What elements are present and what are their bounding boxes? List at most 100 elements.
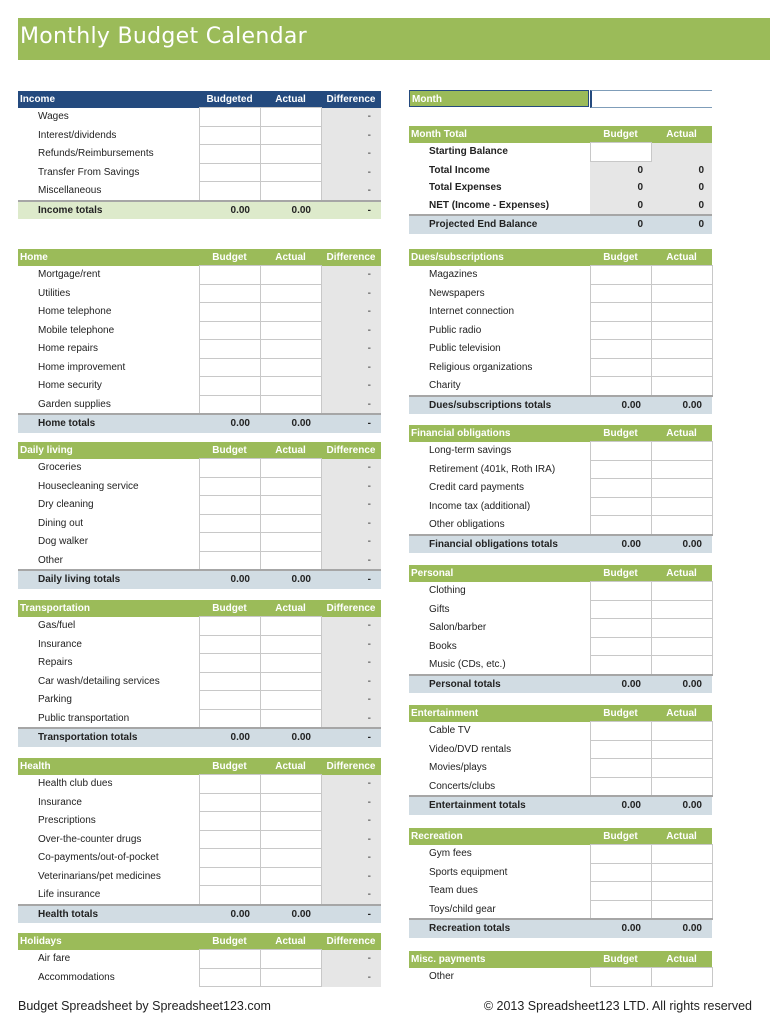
- actual-input[interactable]: [650, 302, 713, 322]
- actual-input[interactable]: [259, 339, 322, 359]
- budget-input[interactable]: [198, 320, 261, 340]
- actual-input[interactable]: [259, 181, 322, 201]
- budget-input[interactable]: [589, 339, 652, 359]
- actual-input[interactable]: [259, 708, 322, 729]
- budget-input[interactable]: [589, 283, 652, 303]
- budget-input[interactable]: [589, 581, 652, 601]
- budget-input[interactable]: [198, 653, 261, 673]
- actual-input[interactable]: [259, 634, 322, 654]
- budget-input[interactable]: [589, 776, 652, 797]
- budget-input[interactable]: [198, 811, 261, 831]
- actual-input[interactable]: [650, 844, 713, 864]
- actual-input[interactable]: [650, 618, 713, 638]
- actual-input[interactable]: [650, 967, 713, 987]
- budget-input[interactable]: [589, 739, 652, 759]
- actual-input[interactable]: [259, 376, 322, 396]
- actual-input[interactable]: [259, 144, 322, 164]
- budget-input[interactable]: [589, 844, 652, 864]
- budget-input[interactable]: [589, 265, 652, 285]
- budget-input[interactable]: [589, 496, 652, 516]
- actual-input[interactable]: [259, 476, 322, 496]
- actual-input[interactable]: [259, 811, 322, 831]
- budget-input[interactable]: [589, 302, 652, 322]
- actual-input[interactable]: [259, 357, 322, 377]
- actual-input[interactable]: [259, 967, 322, 987]
- budget-input[interactable]: [198, 866, 261, 886]
- actual-input[interactable]: [259, 283, 322, 303]
- budget-input[interactable]: [198, 458, 261, 478]
- budget-input[interactable]: [198, 949, 261, 969]
- actual-input[interactable]: [650, 655, 713, 675]
- actual-input[interactable]: [650, 581, 713, 601]
- budget-input[interactable]: [198, 357, 261, 377]
- budget-input[interactable]: [198, 634, 261, 654]
- budget-input[interactable]: [589, 862, 652, 882]
- budget-input[interactable]: [198, 829, 261, 849]
- budget-input[interactable]: [589, 441, 652, 461]
- budget-input[interactable]: [198, 848, 261, 868]
- budget-input[interactable]: [589, 618, 652, 638]
- actual-input[interactable]: [650, 478, 713, 498]
- actual-input[interactable]: [259, 394, 322, 415]
- budget-input[interactable]: [589, 758, 652, 778]
- actual-input[interactable]: [650, 441, 713, 461]
- budget-input[interactable]: [198, 792, 261, 812]
- budget-input[interactable]: [589, 636, 652, 656]
- budget-input[interactable]: [589, 376, 652, 396]
- actual-input[interactable]: [259, 949, 322, 969]
- budget-input[interactable]: [589, 320, 652, 340]
- actual-input[interactable]: [650, 515, 713, 535]
- actual-input[interactable]: [259, 107, 322, 127]
- budget-input[interactable]: [589, 967, 652, 987]
- actual-input[interactable]: [650, 739, 713, 759]
- budget-input[interactable]: [198, 394, 261, 415]
- actual-input[interactable]: [650, 636, 713, 656]
- actual-input[interactable]: [650, 599, 713, 619]
- budget-input[interactable]: [198, 690, 261, 710]
- actual-input[interactable]: [650, 862, 713, 882]
- actual-input[interactable]: [650, 776, 713, 797]
- budget-input[interactable]: [198, 708, 261, 729]
- budget-input[interactable]: [198, 550, 261, 571]
- budget-input[interactable]: [589, 478, 652, 498]
- budget-input[interactable]: [198, 513, 261, 533]
- budget-input[interactable]: [198, 885, 261, 905]
- actual-input[interactable]: [650, 320, 713, 340]
- actual-input[interactable]: [650, 721, 713, 741]
- budget-input[interactable]: [198, 125, 261, 145]
- actual-input[interactable]: [259, 458, 322, 478]
- actual-input[interactable]: [259, 866, 322, 886]
- actual-input[interactable]: [259, 829, 322, 849]
- budget-input[interactable]: [589, 899, 652, 920]
- budget-input[interactable]: [198, 774, 261, 794]
- actual-input[interactable]: [259, 495, 322, 515]
- budget-input[interactable]: [198, 283, 261, 303]
- budget-input[interactable]: [198, 302, 261, 322]
- budget-input[interactable]: [589, 357, 652, 377]
- actual-input[interactable]: [259, 532, 322, 552]
- actual-input[interactable]: [259, 848, 322, 868]
- budget-input[interactable]: [198, 532, 261, 552]
- budget-input[interactable]: [198, 967, 261, 987]
- budget-input[interactable]: [198, 144, 261, 164]
- budget-input[interactable]: [589, 515, 652, 535]
- actual-input[interactable]: [259, 550, 322, 571]
- actual-input[interactable]: [650, 283, 713, 303]
- actual-input[interactable]: [259, 653, 322, 673]
- actual-input[interactable]: [650, 758, 713, 778]
- actual-input[interactable]: [650, 881, 713, 901]
- budget-input[interactable]: [198, 671, 261, 691]
- actual-input[interactable]: [259, 162, 322, 182]
- month-input[interactable]: [590, 90, 712, 108]
- budget-input[interactable]: [589, 599, 652, 619]
- actual-input[interactable]: [259, 265, 322, 285]
- actual-input[interactable]: [259, 125, 322, 145]
- actual-input[interactable]: [259, 885, 322, 905]
- actual-input[interactable]: [259, 513, 322, 533]
- actual-input[interactable]: [259, 302, 322, 322]
- actual-input[interactable]: [650, 376, 713, 396]
- budget-input[interactable]: [589, 721, 652, 741]
- actual-input[interactable]: [259, 671, 322, 691]
- actual-input[interactable]: [650, 459, 713, 479]
- actual-input[interactable]: [259, 792, 322, 812]
